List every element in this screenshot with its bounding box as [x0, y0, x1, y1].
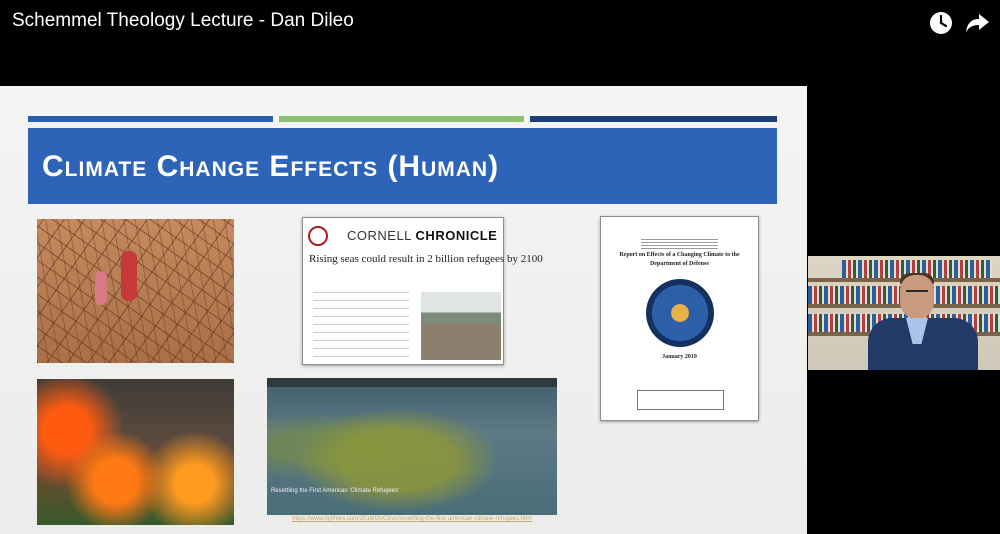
child-figure [95, 271, 107, 305]
share-arrow-icon[interactable] [964, 10, 990, 36]
report-note-box [637, 390, 724, 410]
publication-prefix: CORNELL [347, 228, 416, 243]
slide-title: Climate Change Effects (Human) [42, 150, 500, 183]
speaker-webcam [808, 256, 1000, 370]
wildfire-photo [37, 379, 234, 525]
slide-stripe-right [530, 116, 777, 122]
publication-name: CORNELL CHRONICLE [347, 228, 497, 243]
slide-title-banner: Climate Change Effects (Human) [28, 128, 777, 204]
wetland-aerial-photo: Resettling the First American 'Climate R… [267, 378, 557, 515]
report-header [641, 237, 718, 249]
cornell-chronicle-article: CORNELL CHRONICLE Rising seas could resu… [302, 217, 543, 365]
dod-seal-icon [646, 279, 714, 347]
report-date: January 2019 [662, 354, 697, 360]
presentation-slide: Climate Change Effects (Human) CORNELL C… [0, 86, 807, 534]
article-headline: Rising seas could result in 2 billion re… [309, 253, 543, 265]
speaker-glasses [906, 290, 928, 298]
video-title[interactable]: Schemmel Theology Lecture - Dan Dileo [12, 10, 354, 32]
article-photo [421, 292, 501, 360]
slide-stripe-middle [279, 116, 524, 122]
article-body-text [313, 288, 409, 358]
slide-stripe-left [28, 116, 273, 122]
source-link[interactable]: https://www.nytimes.com/2016/05/03/us/re… [272, 516, 552, 524]
dod-report-cover: Report on Effects of a Changing Climate … [600, 216, 759, 421]
child-figure [121, 251, 137, 301]
news-header-strip [267, 378, 557, 387]
clock-icon[interactable] [928, 10, 954, 36]
wetland-caption: Resettling the First American 'Climate R… [271, 488, 400, 494]
drought-photo [37, 219, 234, 363]
report-title: Report on Effects of a Changing Climate … [619, 252, 740, 267]
video-player[interactable]: Schemmel Theology Lecture - Dan Dileo Cl… [0, 0, 1000, 534]
cornell-seal-icon [308, 226, 328, 246]
publication-suffix: CHRONICLE [415, 228, 498, 243]
